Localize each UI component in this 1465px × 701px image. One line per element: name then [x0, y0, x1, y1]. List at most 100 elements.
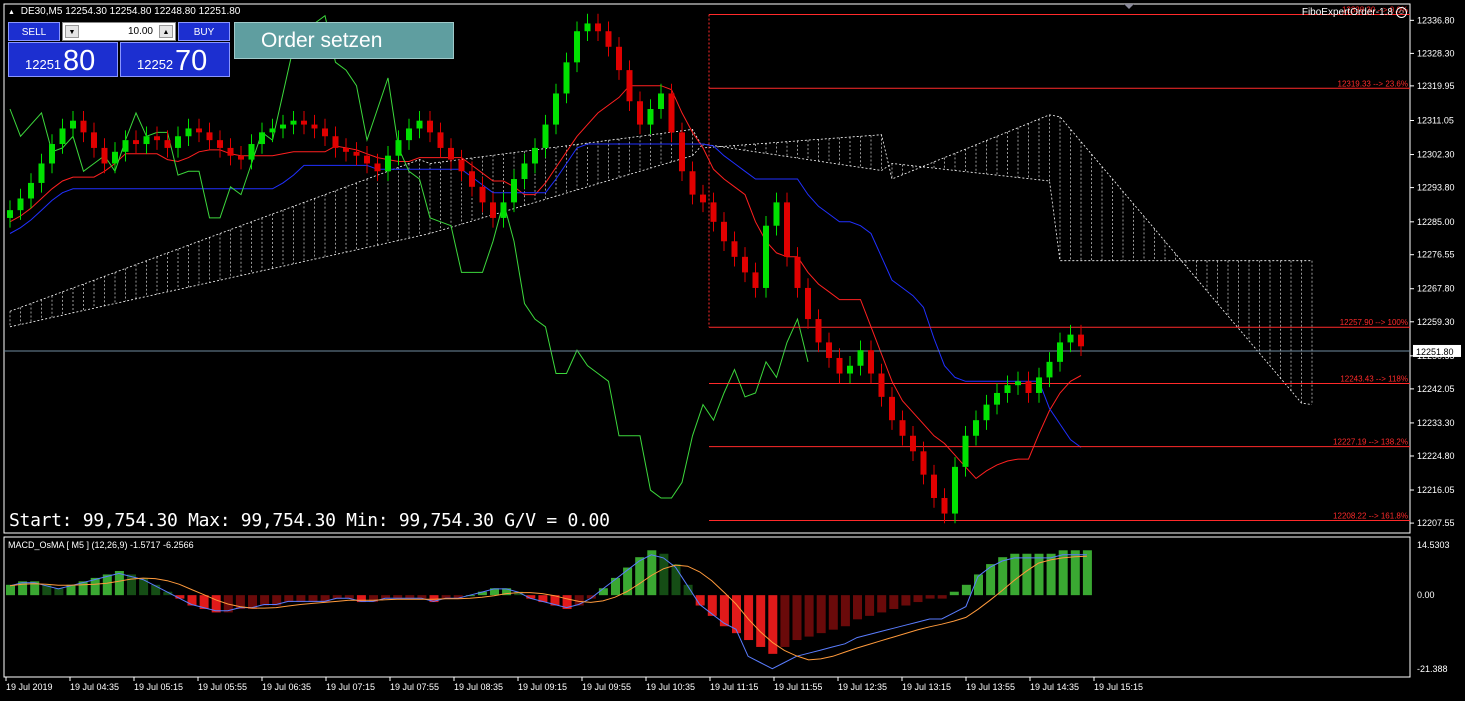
ask-prefix: 12252 — [137, 57, 174, 72]
osma-bar — [659, 553, 669, 596]
time-tick-label: 19 Jul 09:15 — [518, 682, 567, 692]
candle-body — [17, 198, 24, 211]
osma-bar — [139, 577, 149, 596]
candle-body — [385, 155, 391, 172]
account-stats: Start: 99,754.30 Max: 99,754.30 Min: 99,… — [9, 510, 610, 531]
candle-body — [1036, 377, 1042, 393]
candle-body — [899, 420, 906, 436]
price-tick-label: 12285.00 — [1417, 217, 1455, 227]
candle-body — [101, 147, 108, 164]
buy-button[interactable]: BUY — [178, 22, 230, 41]
candle-body — [322, 128, 328, 137]
candle-body — [227, 147, 234, 156]
candle-body — [763, 225, 769, 288]
candle-body — [689, 171, 696, 195]
price-chart[interactable]: 12338.30 --> 0.0%12319.33 --> 23.6%12257… — [0, 0, 1465, 701]
time-tick-label: 19 Jul 14:35 — [1030, 682, 1079, 692]
candle-body — [7, 210, 13, 218]
candle-body — [868, 350, 874, 374]
osma-label: MACD_OsMA [ M5 ] (12,26,9) -1.5717 -6.25… — [8, 540, 194, 550]
candle-body — [521, 163, 528, 180]
candle-body — [1078, 334, 1084, 347]
time-tick-label: 19 Jul 11:15 — [710, 682, 758, 692]
candle-body — [343, 147, 349, 152]
osma-bar — [901, 595, 911, 606]
osma-bar — [260, 595, 270, 606]
candle-body — [574, 31, 580, 63]
lot-size-field: ▼ ▲ — [62, 22, 176, 41]
candle-body — [752, 272, 759, 288]
osma-bar — [853, 595, 862, 620]
candle-body — [164, 140, 171, 148]
candle-body — [920, 451, 927, 475]
candle-body — [910, 435, 916, 452]
smiley-icon[interactable]: ☺ — [1396, 7, 1407, 18]
collapse-triangle-icon[interactable]: ▲ — [8, 9, 15, 16]
candle-body — [301, 120, 307, 125]
candle-body — [983, 404, 990, 421]
candle-body — [49, 144, 55, 164]
price-tick-label: 12336.80 — [1417, 15, 1455, 25]
fib-level-label: 12319.33 --> 23.6% — [1338, 79, 1409, 88]
time-tick-label: 19 Jul 07:15 — [326, 682, 375, 692]
candle-body — [1067, 334, 1074, 343]
candle-body — [143, 136, 150, 145]
ask-quote[interactable]: 12252 70 — [120, 42, 230, 77]
shift-marker-icon — [1124, 4, 1134, 9]
osma-bar — [828, 595, 838, 630]
candle-body — [668, 93, 675, 133]
one-click-trading-panel: SELL ▼ ▲ BUY 12251 80 12252 70 — [8, 22, 230, 78]
candle-body — [196, 128, 202, 133]
candle-body — [374, 163, 381, 172]
time-tick-label: 19 Jul 05:55 — [198, 682, 247, 692]
osma-bar — [780, 595, 790, 647]
candle-body — [448, 147, 454, 160]
candle-body — [553, 93, 559, 125]
candle-body — [605, 31, 612, 47]
price-tick-label: 12259.30 — [1417, 317, 1455, 327]
time-tick-label: 19 Jul 09:55 — [582, 682, 631, 692]
chart-header: ▲ DE30,M5 12254.30 12254.80 12248.80 122… — [8, 6, 240, 17]
time-tick-label: 19 Jul 07:55 — [390, 682, 439, 692]
order-setzen-button[interactable]: Order setzen — [234, 22, 454, 59]
candle-body — [826, 342, 832, 358]
fib-level-label: 12227.19 --> 138.2% — [1333, 438, 1408, 447]
bid-quote[interactable]: 12251 80 — [8, 42, 118, 77]
candle-body — [70, 120, 76, 129]
signal-line — [9, 555, 1087, 661]
candle-body — [353, 151, 360, 156]
sell-button[interactable]: SELL — [8, 22, 60, 41]
osma-bar — [611, 577, 620, 596]
time-tick-label: 19 Jul 2019 — [6, 682, 53, 692]
osma-bar — [816, 595, 826, 634]
osma-bar — [707, 595, 717, 616]
osma-bar — [1058, 550, 1068, 596]
candle-body — [185, 128, 192, 137]
candle-body — [857, 350, 864, 366]
fib-level-label: 12243.43 --> 118% — [1340, 375, 1408, 384]
candle-body — [479, 186, 486, 203]
lot-increase-icon[interactable]: ▲ — [159, 25, 173, 38]
main-frame — [3, 3, 1411, 534]
ichimoku-cloud — [9, 114, 1313, 405]
price-tick-label: 12293.80 — [1417, 183, 1455, 193]
candle-body — [406, 128, 412, 141]
price-tick-label: 12233.30 — [1417, 418, 1455, 428]
candle-body — [710, 202, 717, 222]
candle-body — [1057, 342, 1063, 362]
candle-body — [217, 140, 223, 148]
candle-body — [206, 132, 213, 141]
candle-body — [952, 466, 958, 514]
candle-body — [962, 435, 969, 467]
lot-decrease-icon[interactable]: ▼ — [65, 25, 79, 38]
candle-body — [122, 140, 129, 152]
candle-body — [616, 46, 622, 71]
price-tick-label: 12276.55 — [1417, 250, 1455, 260]
osma-bar — [6, 584, 15, 596]
candle-body — [815, 319, 822, 343]
lot-input[interactable] — [81, 24, 153, 39]
axis-ticks: 12336.80 12328.30 12319.95 12311.05 12302.30… — [5, 15, 1461, 692]
time-tick-label: 19 Jul 05:15 — [134, 682, 183, 692]
candle-body — [878, 373, 885, 397]
candle-body — [1004, 385, 1011, 393]
